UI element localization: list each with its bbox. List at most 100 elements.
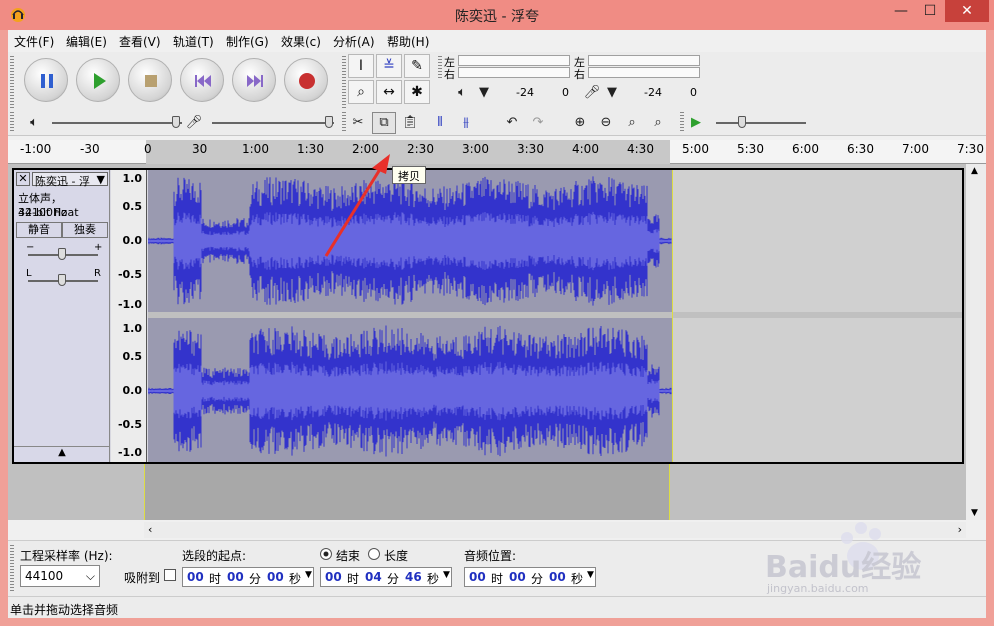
- project-rate-label: 工程采样率 (Hz):: [20, 549, 113, 563]
- zoom-tool[interactable]: ⌕: [348, 80, 374, 104]
- zoom-in-button[interactable]: ⊕: [568, 112, 592, 134]
- rec-meter-db: -24: [644, 86, 662, 99]
- close-button[interactable]: ✕: [945, 0, 989, 22]
- ruler-tick: -30: [80, 142, 100, 156]
- ruler-tick: 5:30: [737, 142, 764, 156]
- toolbar-gripper[interactable]: [10, 56, 14, 108]
- track-area[interactable]: ✕ 陈奕迅 - 浮 ▼ 立体声，44100Hz 32-bit float 静音 独…: [8, 164, 966, 520]
- dropdown-arrow-icon[interactable]: ▼: [305, 570, 312, 580]
- skip-start-button[interactable]: [180, 58, 224, 102]
- unit-minutes: 分: [531, 572, 544, 586]
- audio-track[interactable]: ✕ 陈奕迅 - 浮 ▼ 立体声，44100Hz 32-bit float 静音 独…: [12, 168, 964, 464]
- undo-button[interactable]: ↶: [500, 112, 524, 134]
- solo-button[interactable]: 独奏: [62, 222, 108, 238]
- menu-edit[interactable]: 编辑(E): [66, 33, 107, 50]
- unit-hours: 时: [347, 572, 360, 586]
- scale-label: -0.5: [117, 268, 142, 281]
- menu-bar: 文件(F) 编辑(E) 查看(V) 轨道(T) 制作(G) 效果(c) 分析(A…: [8, 30, 986, 52]
- record-icon: [299, 73, 315, 89]
- play-speed-slider[interactable]: [716, 122, 806, 124]
- play-meter-left[interactable]: [458, 55, 570, 66]
- dropdown-arrow-icon[interactable]: ▼: [587, 570, 594, 580]
- fit-selection-button[interactable]: ⌕: [620, 112, 644, 134]
- vertical-scale[interactable]: 1.0 0.5 0.0 -0.5 -1.0 1.0 0.5 0.0 -0.5 -…: [111, 170, 147, 462]
- rec-meter-dropdown[interactable]: ▼: [600, 82, 624, 104]
- rec-meter-right[interactable]: [588, 67, 700, 78]
- unit-seconds: 秒: [571, 572, 584, 586]
- menu-analyze[interactable]: 分析(A): [333, 33, 375, 50]
- pause-button[interactable]: [24, 58, 68, 102]
- silence-audio-icon: ⫵: [463, 115, 469, 130]
- mute-button[interactable]: 静音: [16, 222, 62, 238]
- menu-effect[interactable]: 效果(c): [281, 33, 321, 50]
- track-info-bits: 32-bit float: [18, 206, 79, 219]
- gain-thumb[interactable]: [58, 248, 66, 260]
- pan-thumb[interactable]: [58, 274, 66, 286]
- length-radio-label: 长度: [384, 549, 409, 563]
- input-volume-thumb[interactable]: [325, 116, 333, 128]
- selection-start-time[interactable]: 00 时 00 分 00 秒 ▼: [182, 567, 314, 587]
- selection-tool[interactable]: I: [348, 54, 374, 78]
- fit-project-button[interactable]: ⌕: [646, 112, 670, 134]
- maximize-button[interactable]: ☐: [915, 0, 945, 22]
- pos-seconds: 00: [549, 570, 566, 584]
- input-volume-slider[interactable]: [212, 122, 334, 124]
- multi-tool[interactable]: ✱: [404, 80, 430, 104]
- length-radio[interactable]: [368, 548, 380, 560]
- scroll-up-arrow-icon[interactable]: ▲: [971, 166, 978, 176]
- ruler-tick: 1:00: [242, 142, 269, 156]
- dropdown-arrow-icon[interactable]: ▼: [443, 570, 450, 580]
- trim-button[interactable]: ⫴: [428, 112, 452, 134]
- snap-to-checkbox[interactable]: [164, 569, 176, 581]
- silence-button[interactable]: ⫵: [454, 112, 478, 134]
- skip-end-button[interactable]: [232, 58, 276, 102]
- play-meter-dropdown[interactable]: ▼: [472, 82, 496, 104]
- cut-button[interactable]: ✂: [346, 112, 370, 134]
- timeshift-tool[interactable]: ↔: [376, 80, 402, 104]
- scale-label: 0.5: [122, 200, 143, 213]
- copy-button[interactable]: ⧉: [372, 112, 396, 134]
- record-button[interactable]: [284, 58, 328, 102]
- ruler-tick: 3:30: [517, 142, 544, 156]
- output-volume-thumb[interactable]: [172, 116, 180, 128]
- play-meter-right[interactable]: [458, 67, 570, 78]
- scroll-left-arrow-icon[interactable]: ‹: [148, 523, 152, 536]
- end-radio[interactable]: [320, 548, 332, 560]
- menu-file[interactable]: 文件(F): [14, 33, 54, 50]
- output-volume-slider[interactable]: [52, 122, 182, 124]
- draw-tool[interactable]: ✎: [404, 54, 430, 78]
- timeline-ruler[interactable]: -1:00 -30 0 30 1:00 1:30 2:00 2:30 3:00 …: [8, 140, 986, 164]
- paste-button[interactable]: 📋︎: [398, 112, 422, 134]
- selection-end-time[interactable]: 00 时 04 分 46 秒 ▼: [320, 567, 452, 587]
- waveform-area[interactable]: [147, 170, 962, 462]
- envelope-tool[interactable]: ≚: [376, 54, 402, 78]
- audio-position-time[interactable]: 00 时 00 分 00 秒 ▼: [464, 567, 596, 587]
- vertical-scrollbar[interactable]: ▲ ▼: [966, 164, 986, 520]
- project-rate-select[interactable]: 44100 ⌵: [20, 565, 100, 587]
- play-at-speed-button[interactable]: ▶: [684, 112, 708, 134]
- play-speed-thumb[interactable]: [738, 116, 746, 128]
- collapse-track-button[interactable]: ▲: [14, 446, 110, 462]
- stop-button[interactable]: [128, 58, 172, 102]
- scroll-down-arrow-icon[interactable]: ▼: [971, 508, 978, 518]
- minimize-button[interactable]: —: [887, 0, 915, 22]
- mixer-gripper[interactable]: [10, 112, 14, 132]
- menu-tracks[interactable]: 轨道(T): [173, 33, 214, 50]
- meter-gripper[interactable]: [438, 56, 442, 78]
- zoom-out-button[interactable]: ⊖: [594, 112, 618, 134]
- track-menu-button[interactable]: 陈奕迅 - 浮 ▼: [32, 172, 108, 188]
- selection-gripper[interactable]: [10, 545, 14, 591]
- menu-help[interactable]: 帮助(H): [387, 33, 429, 50]
- redo-button[interactable]: ↷: [526, 112, 550, 134]
- scroll-right-arrow-icon[interactable]: ›: [958, 523, 962, 536]
- close-track-button[interactable]: ✕: [16, 172, 30, 186]
- play-button[interactable]: [76, 58, 120, 102]
- app-window: 陈奕迅 - 浮夸 — ☐ ✕ 文件(F) 编辑(E) 查看(V) 轨道(T) 制…: [0, 0, 994, 626]
- menu-generate[interactable]: 制作(G): [226, 33, 269, 50]
- tools-gripper[interactable]: [342, 56, 346, 108]
- end-minutes: 04: [365, 570, 382, 584]
- meter-controls: 🔈︎ ▼ -24 0 🎤︎ ▼ -24 0: [444, 82, 708, 104]
- speaker-icon[interactable]: 🔈︎: [450, 82, 474, 104]
- menu-view[interactable]: 查看(V): [119, 33, 161, 50]
- rec-meter-left[interactable]: [588, 55, 700, 66]
